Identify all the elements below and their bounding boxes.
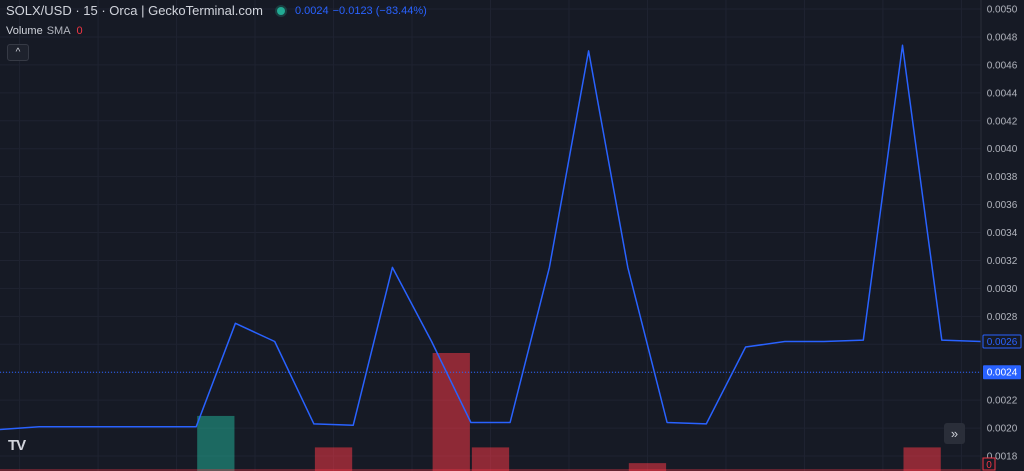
last-price-tag-label: 0.0026 xyxy=(987,337,1018,348)
last-price-tag: 0.0026 xyxy=(982,334,1022,349)
volume-bar xyxy=(471,447,510,471)
tradingview-logo-icon: TV xyxy=(8,436,26,454)
price-axis-tick-label: 0.0038 xyxy=(987,172,1018,183)
price-axis-tick-label: 0.0034 xyxy=(987,228,1018,239)
price-axis-tick-label: 0.0046 xyxy=(987,60,1018,71)
volume-value: 0 xyxy=(76,25,83,37)
price-axis-tick-label: 0.0050 xyxy=(987,5,1018,16)
scroll-to-realtime-button[interactable]: » xyxy=(944,423,965,444)
market-status-dot-icon xyxy=(276,6,285,15)
price-axis-tick-label: 0.0048 xyxy=(987,32,1018,43)
volume-scale-tag-label: 0 xyxy=(986,460,992,471)
chart-legend: SOLX/USD · 15 · Orca | GeckoTerminal.com… xyxy=(6,3,427,18)
volume-scale-tag: 0 xyxy=(982,457,996,471)
collapse-legend-button[interactable]: ^ xyxy=(7,44,29,61)
volume-legend[interactable]: Volume SMA 0 xyxy=(6,25,83,37)
price-axis-tick-label: 0.0036 xyxy=(987,200,1018,211)
price-axis-tick-label: 0.0044 xyxy=(987,88,1018,99)
volume-bar xyxy=(903,447,941,471)
tradingview-logo[interactable]: TV xyxy=(8,436,36,454)
price-chart[interactable]: 0.0050 0.0048 0.0046 0.0044 0.0042 0.0040 0.00… xyxy=(0,0,1024,471)
price-axis-tick-label: 0.0040 xyxy=(987,144,1018,155)
current-price-tag-label: 0.0024 xyxy=(987,368,1018,379)
volume-bar xyxy=(432,353,470,471)
price-axis-tick-label: 0.0020 xyxy=(987,424,1018,435)
price-axis-tick-label: 0.0032 xyxy=(987,256,1018,267)
volume-sma-label: SMA xyxy=(46,25,71,37)
legend-price: 0.0024 xyxy=(294,4,329,17)
volume-label: Volume xyxy=(6,25,43,37)
symbol-title[interactable]: SOLX/USD · 15 · Orca | GeckoTerminal.com xyxy=(6,3,263,18)
chevron-up-icon: ^ xyxy=(15,46,21,58)
price-axis-tick-label: 0.0042 xyxy=(987,116,1018,127)
price-axis-tick-label: 0.0030 xyxy=(987,284,1018,295)
volume-bar xyxy=(197,415,235,471)
legend-change: −0.0123 (−83.44%) xyxy=(332,4,427,17)
price-axis-tick-label: 0.0022 xyxy=(987,396,1018,407)
volume-bar xyxy=(314,447,353,471)
double-chevron-right-icon: » xyxy=(950,426,959,441)
price-axis-tick-label: 0.0028 xyxy=(987,312,1018,323)
current-price-tag: 0.0024 xyxy=(983,365,1021,380)
